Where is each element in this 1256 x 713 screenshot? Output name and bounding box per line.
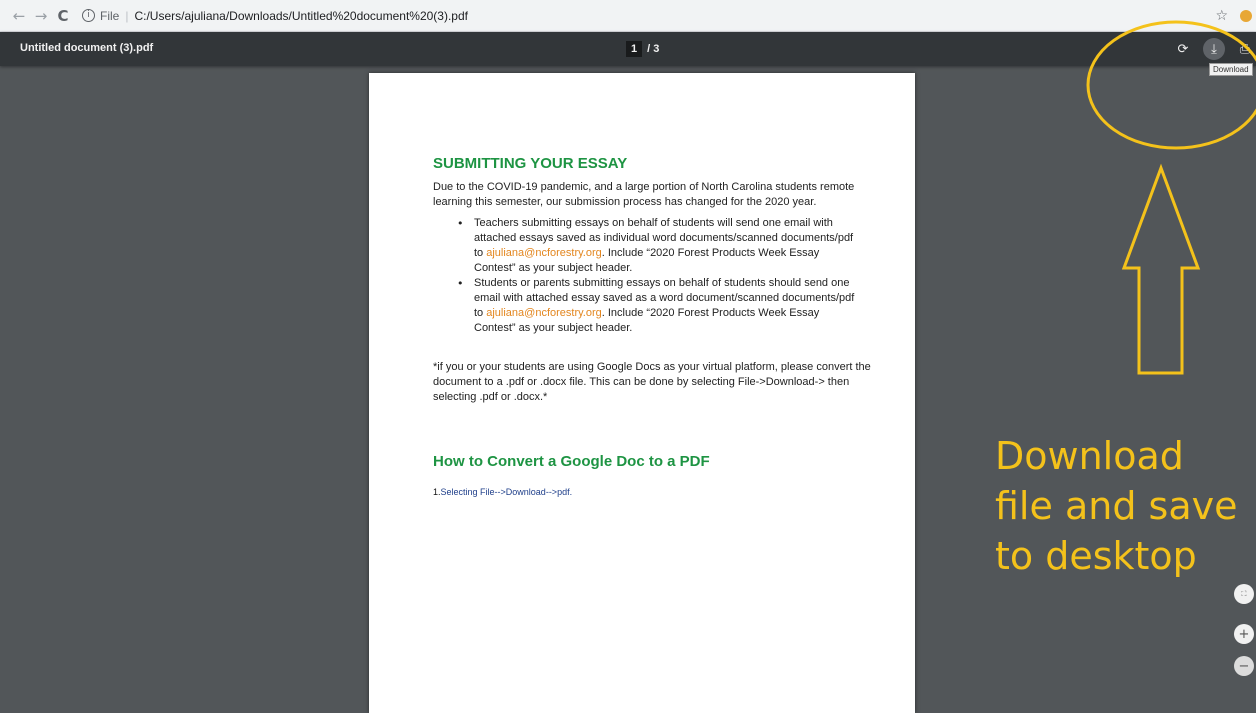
forward-icon[interactable]: →: [30, 5, 52, 27]
info-icon[interactable]: i: [82, 9, 95, 22]
email-link[interactable]: ajuliana@ncforestry.org: [486, 247, 602, 259]
rotate-icon[interactable]: ⟳: [1172, 38, 1194, 60]
zoom-in-icon[interactable]: +: [1234, 624, 1254, 644]
address-separator: |: [125, 8, 129, 23]
pdf-toolbar: Untitled document (3).pdf 1 / 3 ⟳ ⤓ ⎙: [0, 32, 1256, 66]
intro-paragraph: Due to the COVID-19 pandemic, and a larg…: [433, 181, 855, 208]
scheme-label: File: [100, 8, 120, 23]
annotation-arrow: [1121, 163, 1201, 375]
bookmark-star-icon[interactable]: ☆: [1215, 8, 1228, 24]
bullet-item-teachers: Teachers submitting essays on behalf of …: [457, 216, 857, 276]
fit-to-page-icon[interactable]: ⛶: [1234, 584, 1254, 604]
print-icon[interactable]: ⎙: [1234, 38, 1256, 60]
heading-convert-google-doc: How to Convert a Google Doc to a PDF: [433, 453, 710, 470]
browser-toolbar: ← → C i File | C:/Users/ajuliana/Downloa…: [0, 0, 1256, 32]
reload-icon[interactable]: C: [52, 5, 74, 27]
page-indicator: 1 / 3: [626, 41, 659, 57]
heading-submitting-essay: SUBMITTING YOUR ESSAY: [433, 155, 628, 172]
address-bar[interactable]: i File | C:/Users/ajuliana/Downloads/Unt…: [82, 4, 468, 28]
bullet-list: Teachers submitting essays on behalf of …: [457, 216, 857, 336]
current-page-input[interactable]: 1: [626, 41, 643, 57]
total-pages: / 3: [647, 43, 660, 55]
zoom-out-icon[interactable]: −: [1234, 656, 1254, 676]
download-icon[interactable]: ⤓: [1203, 38, 1225, 60]
pdf-page: SUBMITTING YOUR ESSAY Due to the COVID-1…: [369, 73, 915, 713]
google-docs-note: *if you or your students are using Googl…: [433, 361, 871, 403]
pdf-filename: Untitled document (3).pdf: [20, 42, 154, 54]
back-icon[interactable]: ←: [8, 5, 30, 27]
step-number: 1.: [433, 487, 441, 497]
extension-icon[interactable]: [1240, 10, 1252, 22]
url-text[interactable]: C:/Users/ajuliana/Downloads/Untitled%20d…: [134, 9, 468, 23]
step-1: 1.Selecting File-->Download-->pdf.: [433, 487, 572, 497]
bullet-item-students: Students or parents submitting essays on…: [457, 276, 857, 336]
annotation-text: Download file and save to desktop: [995, 434, 1238, 578]
download-tooltip: Download: [1209, 63, 1253, 76]
step-text: Selecting File-->Download-->pdf.: [440, 487, 573, 497]
email-link[interactable]: ajuliana@ncforestry.org: [486, 307, 602, 319]
